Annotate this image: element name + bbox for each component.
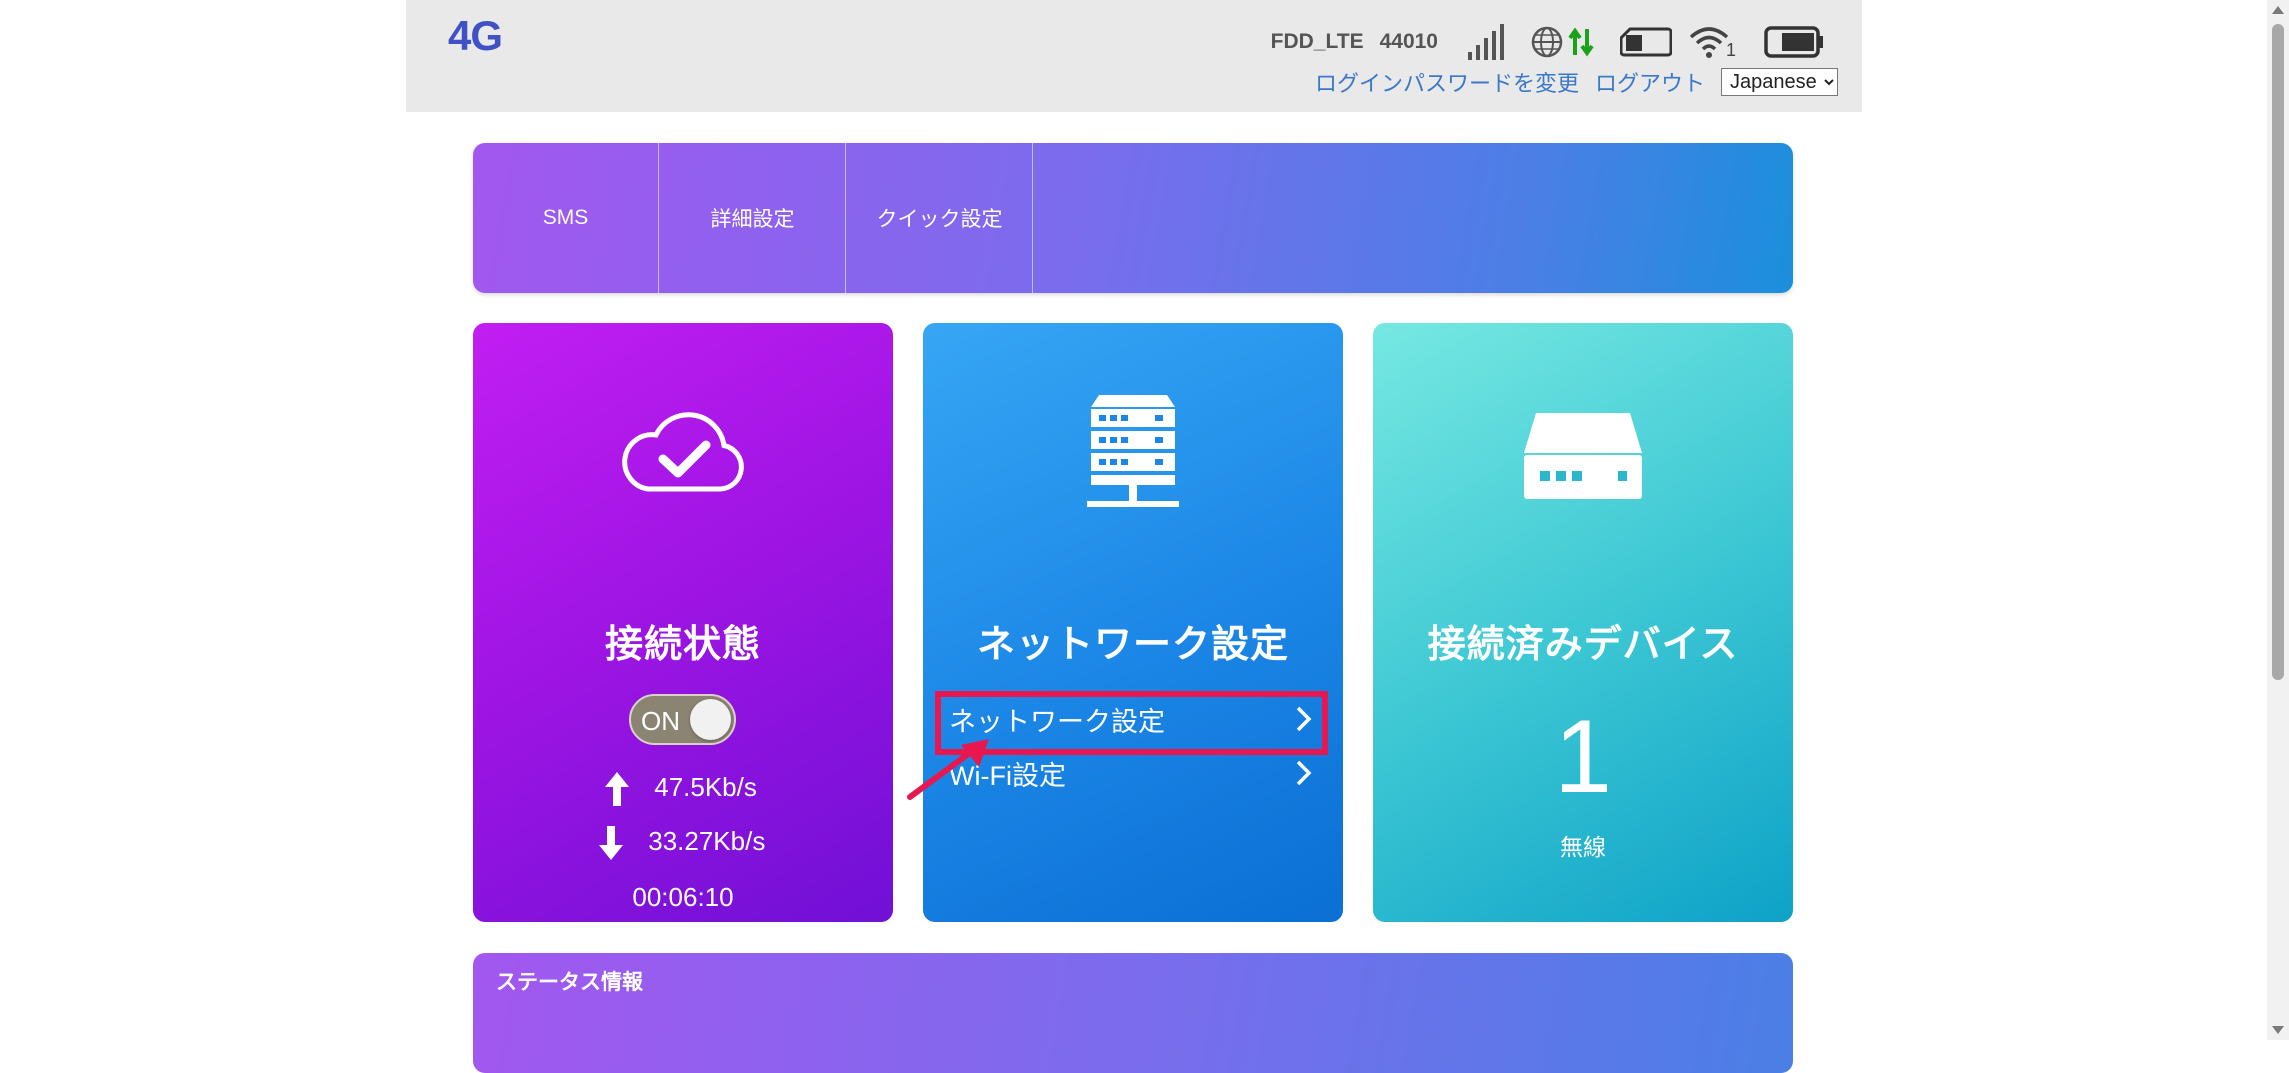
status-info-title: ステータス情報 [496, 971, 643, 994]
operator-code: 44010 [1379, 30, 1438, 53]
battery-icon [1764, 26, 1824, 58]
main-menu-bar: SMS 詳細設定 クイック設定 [473, 143, 1793, 293]
wifi-client-count: 1 [1725, 40, 1736, 60]
device-type-wireless[interactable]: 無線 [1373, 828, 1793, 862]
language-select[interactable]: Japanese [1721, 68, 1838, 96]
connection-status-title: 接続状態 [604, 624, 761, 666]
network-settings-link[interactable]: ネットワーク設定 [949, 695, 1317, 743]
upload-arrow-icon [603, 772, 638, 806]
logout-link[interactable]: ログアウト [1595, 66, 1705, 98]
upload-rate: 47.5Kb/s [603, 770, 757, 808]
connection-toggle-label: ON [641, 706, 680, 736]
connected-devices-card: 接続済みデバイス 1 無線 [1373, 323, 1793, 922]
status-info-panel: ステータス情報 [473, 953, 1793, 1073]
sim-card-icon [1620, 27, 1672, 57]
scroll-down-icon[interactable] [2272, 1026, 2284, 1034]
internet-globe-icon [1530, 25, 1564, 59]
connection-toggle[interactable]: ON [629, 694, 736, 745]
download-arrow-icon [597, 826, 632, 860]
server-icon [1085, 393, 1181, 524]
chevron-right-icon [1295, 705, 1313, 740]
download-rate-value: 33.27Kb/s [648, 825, 766, 856]
connected-devices-title: 接続済みデバイス [1427, 624, 1739, 666]
router-icon [1520, 409, 1646, 508]
wifi-icon: 1 [1688, 25, 1736, 60]
page-scrollbar[interactable] [2267, 0, 2289, 1040]
menu-item-quick-settings[interactable]: クイック設定 [847, 143, 1033, 293]
network-settings-link-label: ネットワーク設定 [949, 706, 1165, 737]
scroll-thumb[interactable] [2272, 24, 2284, 680]
logo-4g: 4G [448, 12, 503, 59]
status-bar: FDD_LTE 44010 1 [1271, 22, 1824, 62]
scroll-up-icon[interactable] [2272, 6, 2284, 14]
network-settings-card: ネットワーク設定 ネットワーク設定 Wi-Fi設定 [923, 323, 1343, 922]
wifi-settings-link-label: Wi-Fi設定 [949, 760, 1066, 791]
chevron-right-icon [1295, 759, 1313, 794]
network-settings-title: ネットワーク設定 [976, 624, 1289, 666]
connection-duration: 00:06:10 [632, 882, 734, 912]
cloud-check-icon [620, 411, 746, 502]
signal-strength-icon [1466, 24, 1506, 60]
menu-item-sms[interactable]: SMS [473, 143, 659, 293]
change-password-link[interactable]: ログインパスワードを変更 [1315, 66, 1579, 98]
toggle-knob [690, 699, 731, 740]
top-header: 4G FDD_LTE 44010 1 ログインパスワードを変更 ログアウト Ja… [406, 0, 1862, 112]
device-count: 1 [1554, 699, 1612, 815]
upload-rate-value: 47.5Kb/s [654, 771, 757, 802]
wifi-settings-link[interactable]: Wi-Fi設定 [949, 749, 1317, 797]
data-transfer-icon [1568, 27, 1594, 57]
header-links: ログインパスワードを変更 ログアウト Japanese [1315, 66, 1838, 98]
network-type: FDD_LTE [1270, 30, 1364, 53]
connection-status-card: 接続状態 ON 47.5Kb/s 33.27Kb/s 00:06:10 [473, 323, 893, 922]
download-rate: 33.27Kb/s [597, 824, 765, 862]
menu-item-advanced-settings[interactable]: 詳細設定 [660, 143, 846, 293]
